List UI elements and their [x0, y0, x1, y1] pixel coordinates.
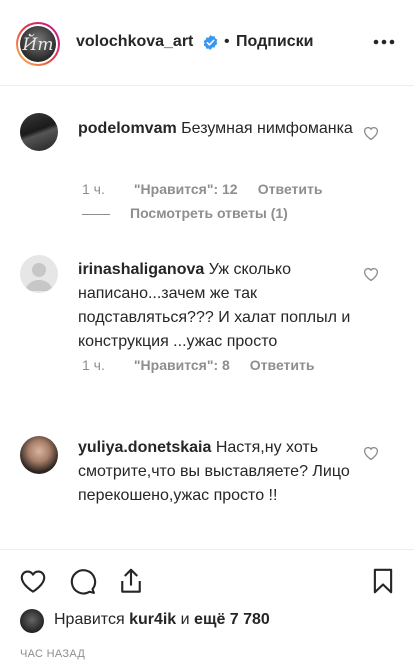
post-header: Йт volochkova_art • Подписки	[0, 0, 414, 86]
replies-line	[82, 214, 110, 215]
bookmark-icon[interactable]	[368, 566, 398, 596]
likes-prefix: Нравится	[54, 611, 125, 628]
share-icon[interactable]	[116, 566, 146, 596]
following-button[interactable]: Подписки	[236, 33, 313, 51]
default-user-icon	[25, 263, 53, 291]
more-options-icon[interactable]	[372, 30, 396, 54]
comment-meta: 1 ч. "Нравится": 8 Ответить	[82, 357, 314, 373]
verified-badge-icon	[203, 35, 218, 50]
comment-time: 1 ч.	[82, 181, 105, 197]
avatar-frame: Йт	[18, 24, 58, 64]
heart-icon[interactable]	[362, 124, 380, 142]
avatar-image: Йт	[20, 26, 56, 62]
comment-bubble-icon[interactable]	[67, 566, 97, 596]
comment-username[interactable]: irinashaliganova	[78, 261, 204, 278]
comment-body: yuliya.donetskaia Настя,ну хоть смотрите…	[78, 436, 354, 508]
comment-text: Безумная нимфоманка	[181, 120, 353, 137]
heart-icon[interactable]	[362, 265, 380, 283]
liker-avatar[interactable]	[20, 609, 44, 633]
likes-summary[interactable]: Нравится kur4ik и ещё 7 780	[54, 611, 270, 629]
comment-username[interactable]: yuliya.donetskaia	[78, 439, 211, 456]
comment-meta: 1 ч. "Нравится": 12 Ответить	[82, 181, 322, 197]
comment-likes[interactable]: "Нравится": 8	[134, 357, 246, 373]
profile-avatar[interactable]: Йт	[16, 22, 60, 66]
commenter-avatar[interactable]	[20, 113, 58, 151]
comment-body: podelomvam Безумная нимфоманка	[78, 117, 354, 141]
post-timestamp: Час назад	[20, 648, 86, 660]
view-replies-label: Посмотреть ответы (1)	[130, 205, 288, 221]
likes-count[interactable]: ещё 7 780	[194, 611, 270, 628]
comment-username[interactable]: podelomvam	[78, 120, 177, 137]
heart-icon[interactable]	[362, 444, 380, 462]
reply-button[interactable]: Ответить	[250, 357, 315, 373]
commenter-avatar[interactable]	[20, 255, 58, 293]
avatar-monogram: Йт	[22, 35, 54, 55]
reply-button[interactable]: Ответить	[258, 181, 323, 197]
likes-and: и	[180, 611, 190, 628]
like-heart-icon[interactable]	[18, 566, 48, 596]
profile-username[interactable]: volochkova_art	[76, 33, 193, 51]
actions-divider	[0, 549, 414, 550]
liker-username[interactable]: kur4ik	[129, 611, 176, 628]
comment-body: irinashaliganova Уж сколько написано...з…	[78, 258, 354, 354]
comment-likes[interactable]: "Нравится": 12	[134, 181, 254, 197]
comment-time: 1 ч.	[82, 357, 105, 373]
separator-dot: •	[224, 33, 230, 50]
commenter-avatar[interactable]	[20, 436, 58, 474]
